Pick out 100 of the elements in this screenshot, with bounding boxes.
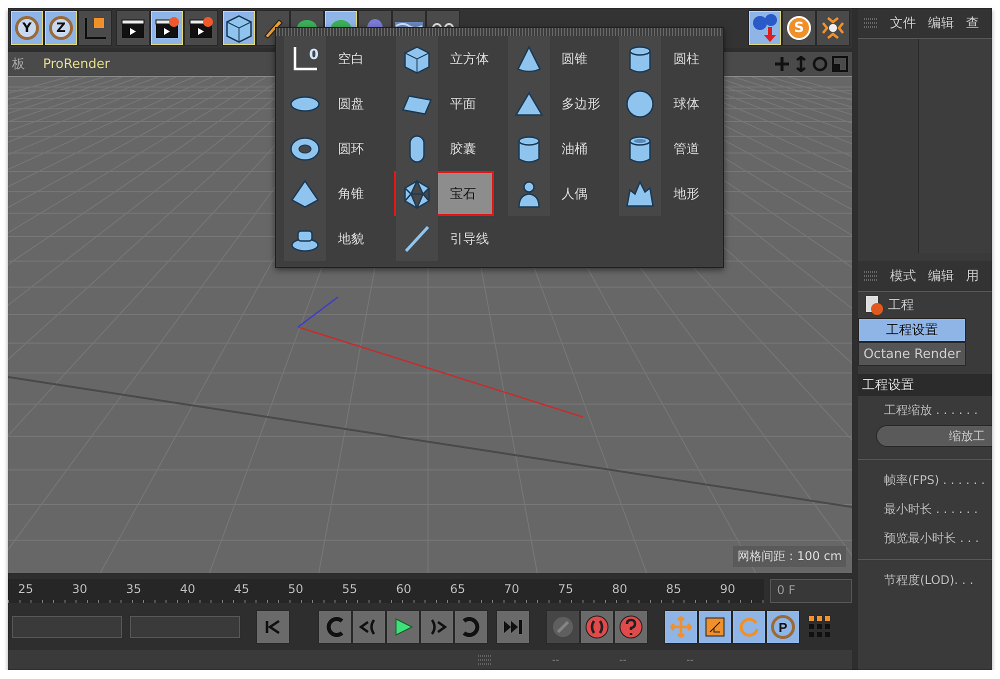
transport-button[interactable] — [318, 610, 352, 644]
move-icon — [669, 615, 693, 639]
menu-item[interactable]: 宝石 — [394, 171, 494, 216]
menu-item[interactable]: 胶囊 — [394, 126, 494, 171]
frame-number: 60 — [395, 581, 412, 598]
move-view-icon[interactable] — [774, 56, 790, 72]
vertical-arrows-icon[interactable] — [794, 56, 808, 72]
toolbar-button[interactable] — [748, 10, 782, 46]
key-button[interactable] — [614, 610, 648, 644]
menu-item[interactable]: 编辑 — [928, 267, 954, 285]
loop-forward-icon — [460, 616, 482, 638]
menu-item[interactable]: 油桶 — [506, 126, 606, 171]
menu-item[interactable]: 立方体 — [394, 36, 494, 81]
frame-number: 75 — [557, 581, 574, 598]
scale-icon — [704, 616, 726, 638]
transform-button[interactable] — [664, 610, 698, 644]
frame-number: 40 — [179, 581, 196, 598]
toolbar-button[interactable] — [816, 10, 850, 46]
grip-handle[interactable] — [276, 28, 723, 36]
transform-button[interactable] — [732, 610, 766, 644]
menu-item[interactable]: 圆柱 — [617, 36, 717, 81]
frame-number: 80 — [611, 581, 628, 598]
menu-item[interactable]: 多边形 — [506, 81, 606, 126]
frame-number: 85 — [665, 581, 682, 598]
status-text: -- — [552, 654, 560, 666]
toolbar-button[interactable] — [222, 10, 256, 46]
scale-project-button[interactable]: 缩放工 — [876, 425, 992, 447]
section-header: 工程设置 — [858, 374, 992, 396]
sphere-icon — [624, 88, 656, 120]
menu-item[interactable]: 圆环 — [282, 126, 382, 171]
maximize-icon[interactable] — [832, 56, 848, 72]
dot-grid-icon[interactable] — [808, 615, 832, 639]
menu-item[interactable]: 文件 — [890, 14, 916, 32]
toolbar-button[interactable] — [150, 10, 184, 46]
menu-item[interactable]: 球体 — [617, 81, 717, 126]
transport-button[interactable] — [420, 610, 454, 644]
menu-item[interactable]: 人偶 — [506, 171, 606, 216]
menu-item[interactable]: 用 — [966, 267, 979, 285]
transform-button[interactable]: P — [766, 610, 800, 644]
transport-button[interactable] — [352, 610, 386, 644]
grip-icon — [864, 17, 878, 29]
frame-number: 25 — [17, 581, 34, 598]
help-icon — [619, 615, 643, 639]
frame-number: 30 — [71, 581, 88, 598]
clapperboard-icon — [154, 16, 180, 40]
grip-icon — [864, 270, 878, 282]
toolbar-button[interactable] — [116, 10, 150, 46]
current-frame-field[interactable]: 0 F — [770, 579, 852, 603]
menu-item[interactable]: 管道 — [617, 126, 717, 171]
toolbar-button[interactable] — [184, 10, 218, 46]
go-to-start-button[interactable] — [256, 610, 290, 644]
menu-item[interactable]: 引导线 — [394, 216, 494, 261]
toolbar-button[interactable]: Z — [44, 10, 78, 46]
frame-number: 45 — [233, 581, 250, 598]
menu-item[interactable]: 模式 — [890, 267, 916, 285]
frame-number: 50 — [287, 581, 304, 598]
toolbar-button[interactable]: Y — [10, 10, 44, 46]
menu-item[interactable]: 0 空白 — [282, 36, 382, 81]
rotate-view-icon[interactable] — [812, 56, 828, 72]
transport-button[interactable] — [386, 610, 420, 644]
transport-button[interactable] — [454, 610, 488, 644]
grid-spacing-label: 网格间距 : 100 cm — [733, 546, 846, 567]
settings-tab[interactable]: Octane Render — [858, 342, 966, 366]
menu-item[interactable]: 圆盘 — [282, 81, 382, 126]
menu-item[interactable]: 地形 — [617, 171, 717, 216]
record-key-icon — [585, 615, 609, 639]
status-text: -- — [619, 654, 626, 666]
start-frame-field[interactable] — [12, 616, 122, 638]
menu-item[interactable]: 角锥 — [282, 171, 382, 216]
go-to-start-icon — [264, 618, 282, 636]
menu-item[interactable]: 平面 — [394, 81, 494, 126]
frame-number: 70 — [503, 581, 520, 598]
axis-label: Y — [15, 16, 39, 40]
key-button[interactable] — [580, 610, 614, 644]
end-frame-field[interactable] — [130, 616, 240, 638]
viewport-menu-item[interactable]: 板 — [12, 55, 25, 73]
badge-label: S — [787, 16, 811, 40]
key-icon — [551, 615, 575, 639]
transport-button[interactable] — [496, 610, 530, 644]
frame-number: 65 — [449, 581, 466, 598]
rotate-icon — [737, 615, 761, 639]
timeline-ruler[interactable]: 25 30 35 40 45 50 55 60 65 70 75 80 85 90 — [8, 579, 764, 603]
menu-item[interactable]: 编辑 — [928, 14, 954, 32]
frame-number: 35 — [125, 581, 142, 598]
setting-label: 工程缩放 . . . . . . — [883, 402, 979, 419]
toolbar-button[interactable] — [78, 10, 112, 46]
landscape-icon — [624, 178, 656, 210]
coordinates-icon — [82, 15, 108, 41]
transform-button[interactable] — [698, 610, 732, 644]
clapperboard-icon — [188, 16, 214, 40]
setting-label: 帧率(FPS) . . . . . . — [883, 472, 986, 489]
menu-item[interactable]: 圆锥 — [506, 36, 606, 81]
menu-item[interactable]: 地貌 — [282, 216, 382, 261]
frame-number: 55 — [341, 581, 358, 598]
menu-item[interactable]: 查 — [966, 14, 979, 32]
spheres-arrow-icon — [751, 13, 779, 43]
loop-back-icon — [324, 616, 346, 638]
viewport-menu-item[interactable]: ProRender — [43, 56, 110, 72]
axis-label: Z — [49, 16, 73, 40]
settings-tab[interactable]: 工程设置 — [858, 318, 966, 342]
